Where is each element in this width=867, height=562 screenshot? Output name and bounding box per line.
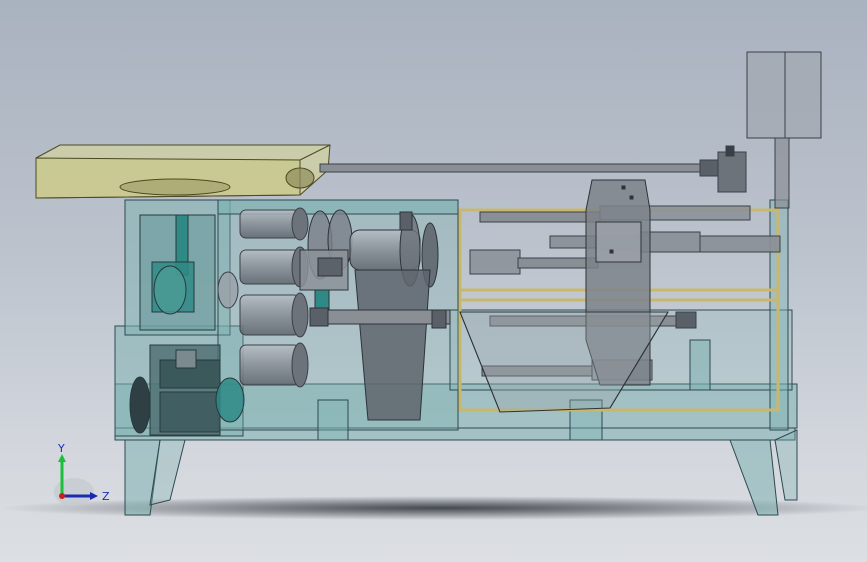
belt-guard [35,144,331,199]
top-shaft [319,145,747,193]
x-axis-dot [59,493,65,499]
y-axis-label: Y [57,442,65,455]
view-orientation-triad: Y Z [54,442,110,506]
control-panel-mount [746,51,822,209]
gearbox [139,214,216,331]
z-axis-label: Z [102,490,110,503]
machine-assembly-drawing[interactable] [0,0,867,562]
cad-viewport[interactable]: Y Z [0,0,867,562]
triad-base-disc [54,478,94,506]
